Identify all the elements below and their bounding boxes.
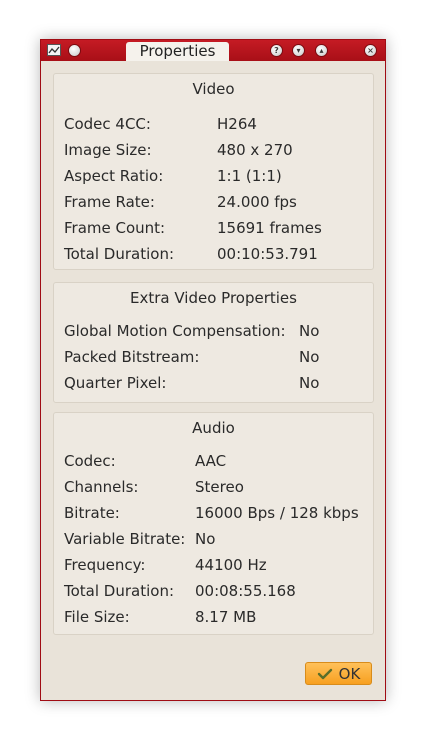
extra-value: No [299,348,320,366]
video-value: 24.000 fps [217,193,297,211]
app-menu-icon[interactable] [47,44,61,56]
audio-label: File Size: [64,608,130,626]
audio-value: No [195,530,216,548]
window-title: Properties [126,42,229,61]
help-button-icon[interactable]: ? [270,44,283,57]
extra-label: Packed Bitstream: [64,348,200,366]
extra-label: Quarter Pixel: [64,374,167,392]
video-value: 480 x 270 [217,141,293,159]
ok-button-label: OK [338,664,361,683]
audio-value: AAC [195,452,227,470]
video-label: Frame Rate: [64,193,155,211]
video-group: Video Codec 4CC: H264 Image Size: 480 x … [53,73,374,270]
minimize-button-icon[interactable]: ▾ [292,44,305,57]
title-bar[interactable]: Properties ? ▾ ▴ × [41,40,385,61]
video-label: Aspect Ratio: [64,167,164,185]
close-button-icon[interactable]: × [364,44,377,57]
audio-value: 44100 Hz [195,556,267,574]
video-value: 00:10:53.791 [217,245,318,263]
audio-value: 8.17 MB [195,608,257,626]
audio-value: 16000 Bps / 128 kbps [195,504,359,522]
audio-label: Total Duration: [64,582,175,600]
video-value: H264 [217,115,257,133]
extra-value: No [299,322,320,340]
video-label: Frame Count: [64,219,166,237]
extra-video-group-title: Extra Video Properties [130,289,297,307]
audio-label: Frequency: [64,556,146,574]
audio-value: Stereo [195,478,244,496]
sticky-button-icon[interactable] [68,44,81,57]
video-label: Image Size: [64,141,152,159]
ok-button[interactable]: OK [305,662,372,685]
audio-value: 00:08:55.168 [195,582,296,600]
maximize-button-icon[interactable]: ▴ [315,44,328,57]
audio-label: Bitrate: [64,504,120,522]
checkmark-icon [317,668,333,680]
video-value: 15691 frames [217,219,322,237]
video-label: Codec 4CC: [64,115,151,133]
properties-window: Properties ? ▾ ▴ × Video Codec 4CC: H264… [40,39,386,701]
audio-label: Variable Bitrate: [64,530,186,548]
video-group-title: Video [192,80,235,98]
audio-group: Audio Codec: AAC Channels: Stereo Bitrat… [53,412,374,635]
extra-label: Global Motion Compensation: [64,322,286,340]
audio-label: Channels: [64,478,139,496]
extra-value: No [299,374,320,392]
video-value: 1:1 (1:1) [217,167,282,185]
video-label: Total Duration: [64,245,175,263]
extra-video-group: Extra Video Properties Global Motion Com… [53,282,374,403]
audio-label: Codec: [64,452,116,470]
dialog-content: Video Codec 4CC: H264 Image Size: 480 x … [41,61,385,700]
audio-group-title: Audio [192,419,235,437]
